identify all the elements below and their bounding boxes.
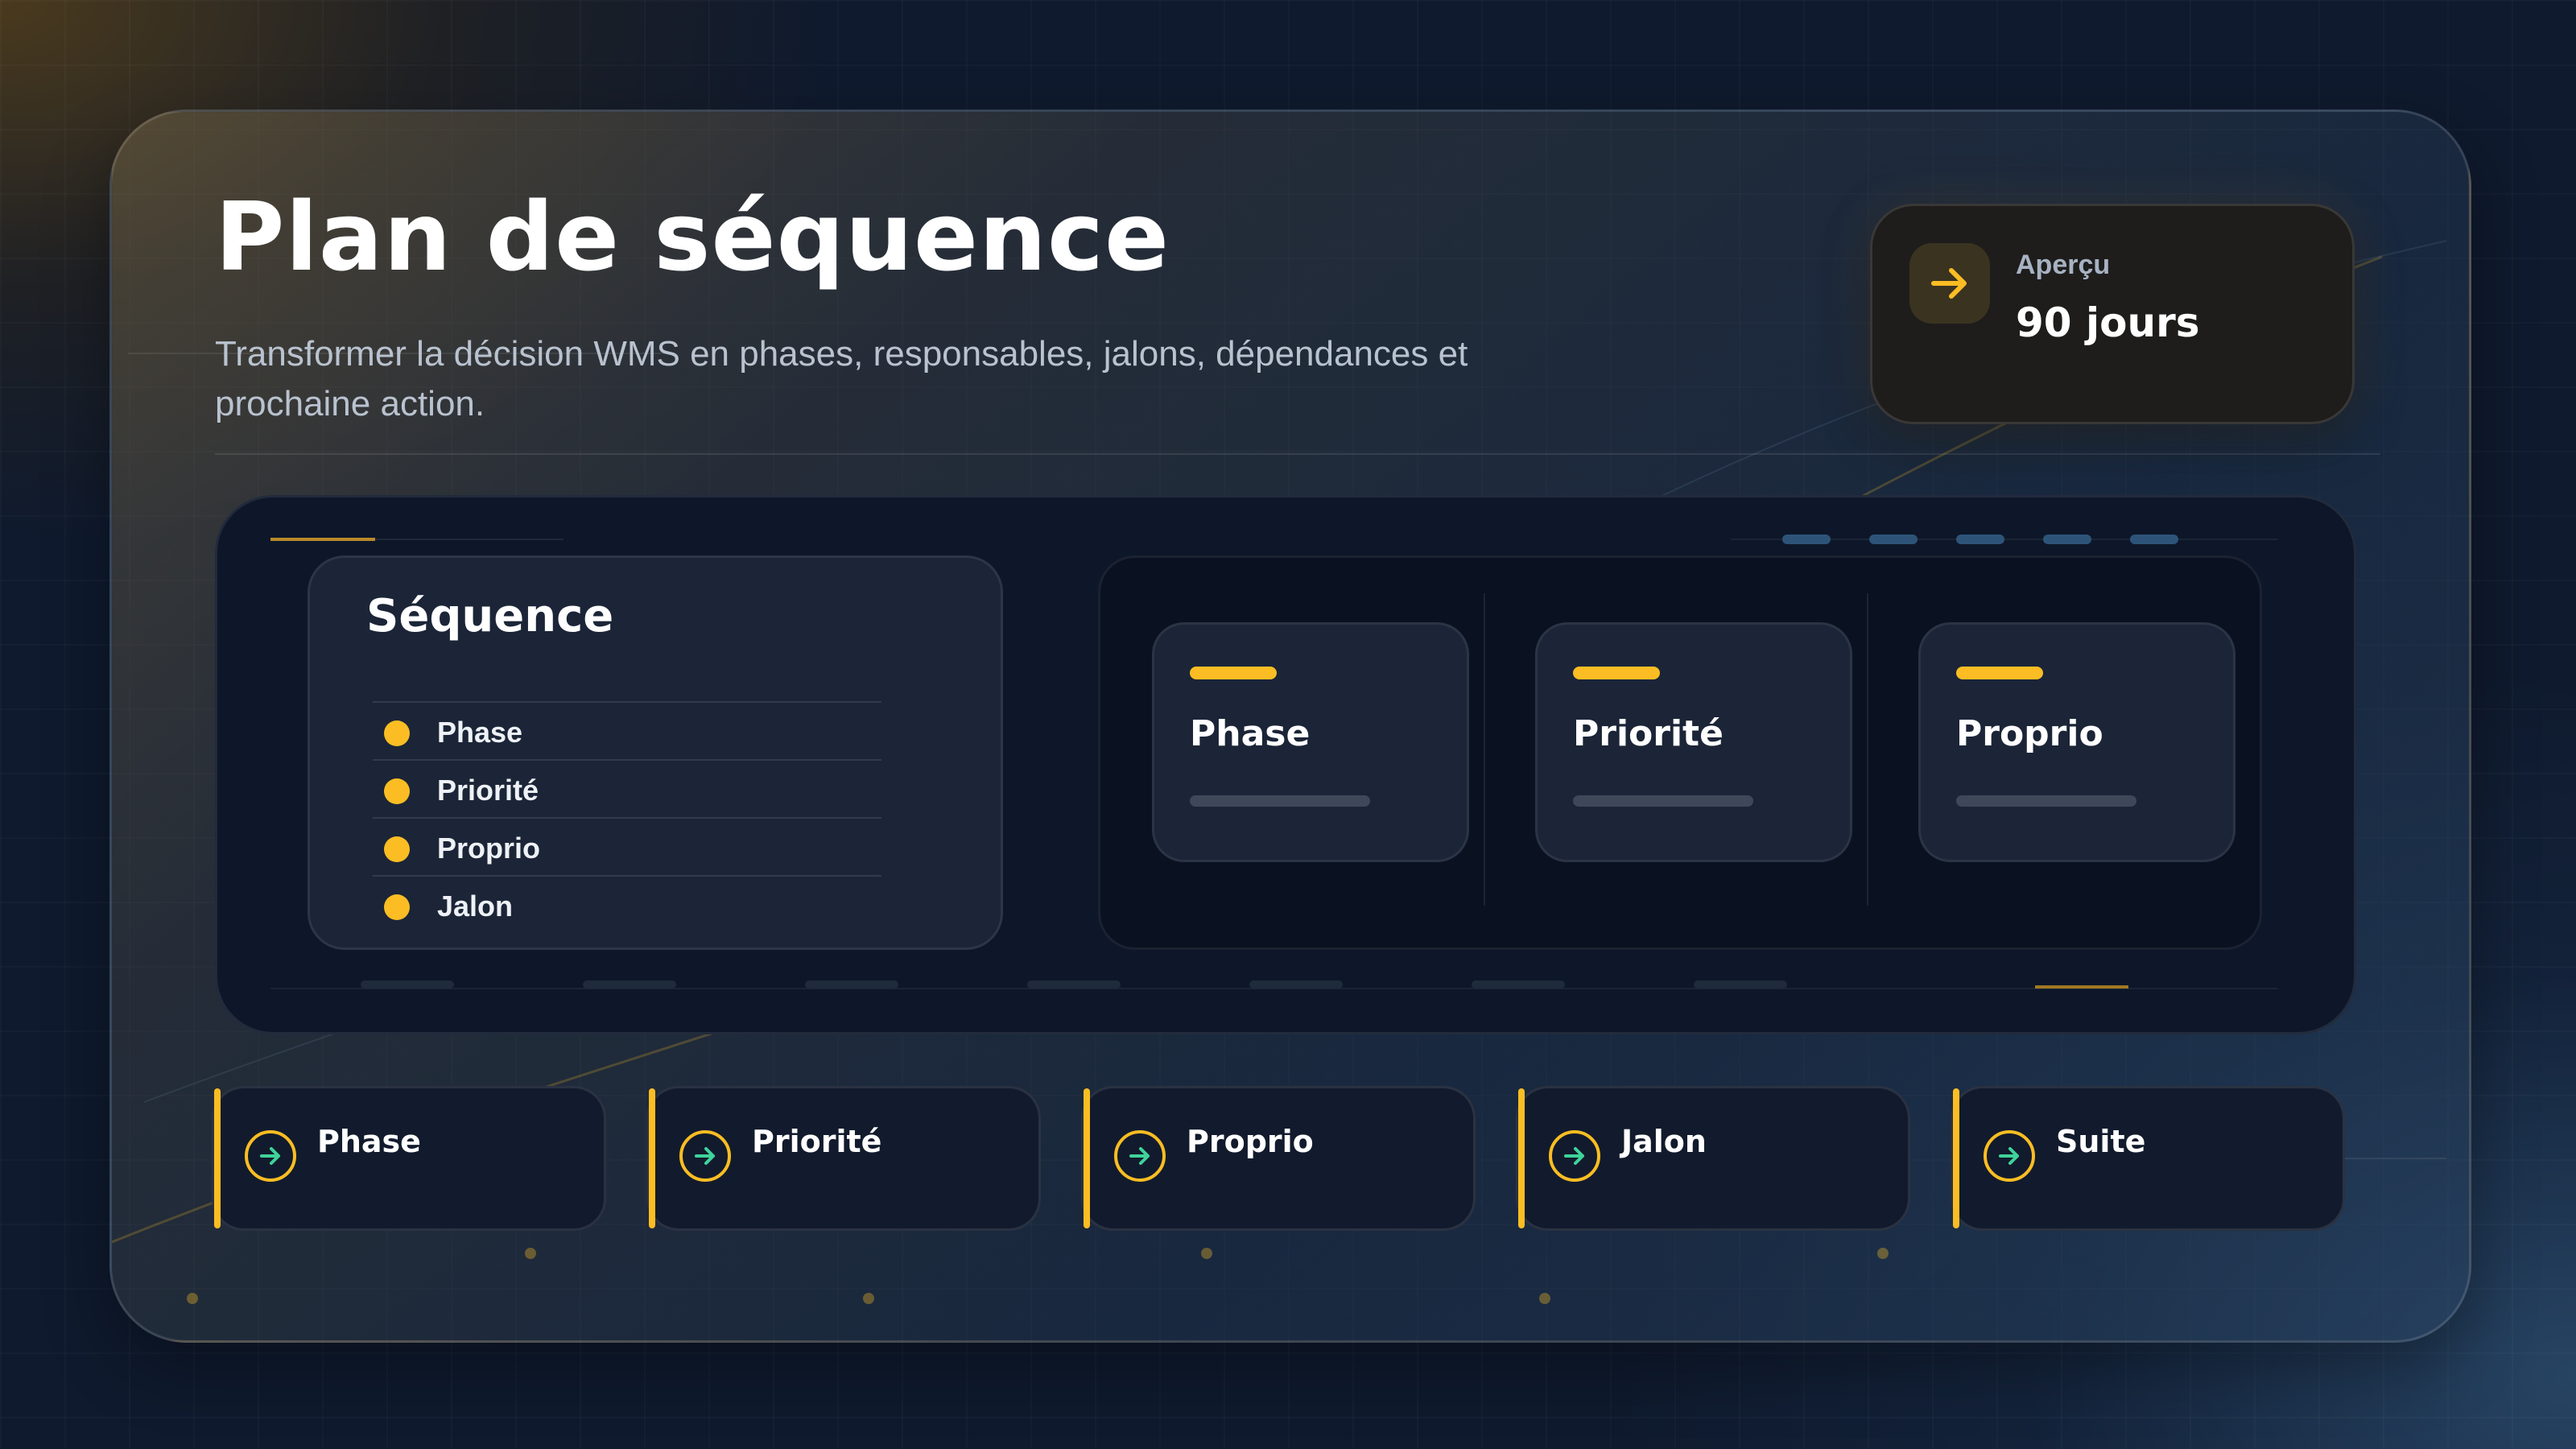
column-title: Priorité: [1573, 713, 1724, 754]
arrow-right-circle-icon: [1549, 1130, 1600, 1182]
sequence-title: Séquence: [366, 590, 614, 642]
column-divider: [1867, 593, 1868, 906]
list-item: Phase: [373, 701, 881, 759]
arrow-right-circle-icon: [1114, 1130, 1166, 1182]
step-card-phase: Phase: [212, 1086, 606, 1231]
list-item-label: Proprio: [437, 832, 541, 865]
list-item-label: Priorité: [437, 774, 539, 807]
column-card-phase: Phase: [1152, 622, 1469, 862]
list-item: Jalon: [373, 875, 881, 933]
step-accent-bar: [214, 1088, 221, 1228]
step-accent-bar: [1953, 1088, 1959, 1228]
column-accent-bar: [1190, 667, 1277, 679]
apercu-card: Aperçu 90 jours: [1870, 204, 2355, 424]
list-item-label: Phase: [437, 716, 523, 749]
column-title: Phase: [1190, 713, 1311, 754]
column-card-proprio: Proprio: [1918, 622, 2235, 862]
arrow-right-circle-icon: [1984, 1130, 2035, 1182]
header-divider: [215, 453, 2380, 455]
main-panel: Séquence Phase Priorité Proprio Jalon Ph…: [215, 495, 2356, 1034]
list-item-label: Jalon: [437, 890, 514, 923]
step-label: Suite: [2056, 1124, 2146, 1159]
step-card-jalon: Jalon: [1516, 1086, 1910, 1231]
arrow-right-circle-icon: [679, 1130, 731, 1182]
column-accent-bar: [1573, 667, 1660, 679]
step-accent-bar: [1084, 1088, 1090, 1228]
step-accent-bar: [1518, 1088, 1525, 1228]
column-accent-bar: [1956, 667, 2043, 679]
step-card-priorite: Priorité: [646, 1086, 1041, 1231]
step-label: Proprio: [1187, 1124, 1314, 1159]
step-card-proprio: Proprio: [1081, 1086, 1476, 1231]
column-title: Proprio: [1956, 713, 2103, 754]
apercu-label: Aperçu: [2016, 250, 2111, 280]
arrow-right-icon: [1909, 243, 1990, 324]
step-accent-bar: [649, 1088, 655, 1228]
column-divider: [1484, 593, 1485, 906]
sequence-list: Phase Priorité Proprio Jalon: [373, 701, 881, 933]
page-title: Plan de séquence: [215, 181, 1170, 292]
column-placeholder-line: [1190, 795, 1370, 807]
column-card-priorite: Priorité: [1535, 622, 1852, 862]
list-item: Priorité: [373, 759, 881, 817]
apercu-value: 90 jours: [2016, 299, 2200, 346]
step-row: Phase Priorité Proprio Jalon Suite: [212, 1086, 2356, 1231]
bullet-dot-icon: [384, 836, 410, 862]
bullet-dot-icon: [384, 778, 410, 804]
bullet-dot-icon: [384, 720, 410, 746]
sequence-card: Séquence Phase Priorité Proprio Jalon: [308, 555, 1003, 950]
step-card-suite: Suite: [1951, 1086, 2345, 1231]
list-item: Proprio: [373, 817, 881, 875]
page-subtitle: Transformer la décision WMS en phases, r…: [215, 334, 1468, 423]
step-label: Priorité: [752, 1124, 882, 1159]
column-placeholder-line: [1956, 795, 2136, 807]
step-label: Jalon: [1621, 1124, 1707, 1159]
bullet-dot-icon: [384, 894, 410, 920]
step-label: Phase: [317, 1124, 421, 1159]
arrow-right-circle-icon: [245, 1130, 296, 1182]
column-placeholder-line: [1573, 795, 1753, 807]
columns-card: Phase Priorité Proprio: [1098, 555, 2262, 950]
slide-frame: Plan de séquence Transformer la décision…: [109, 109, 2471, 1343]
